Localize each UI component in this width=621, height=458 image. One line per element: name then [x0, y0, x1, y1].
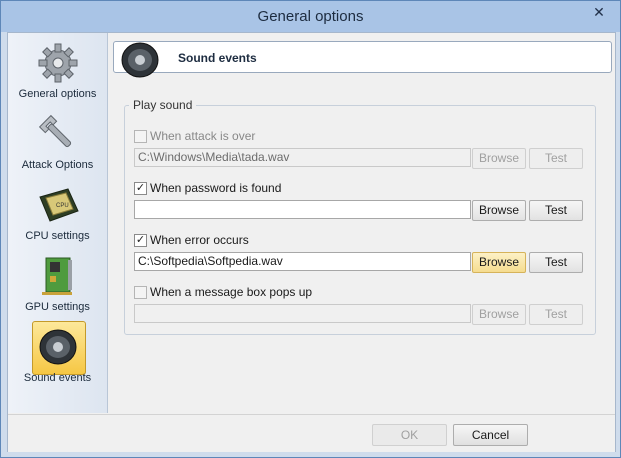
cancel-button[interactable]: Cancel: [453, 424, 528, 446]
title-bar[interactable]: General options ✕: [1, 1, 620, 32]
error-occurs-browse-button[interactable]: Browse: [472, 252, 526, 273]
section-title: Sound events: [178, 51, 257, 65]
group-legend: Play sound: [129, 98, 197, 112]
sidebar-item-label: General options: [18, 88, 97, 100]
event-label: When attack is over: [150, 129, 256, 143]
sidebar: General options Attack Options CPU CPU s…: [8, 33, 108, 413]
password-found-path-field[interactable]: [134, 200, 471, 219]
message-box-test-button[interactable]: Test: [529, 304, 583, 325]
password-found-checkbox[interactable]: ✓: [134, 182, 147, 195]
close-button[interactable]: ✕: [584, 2, 614, 22]
speaker-icon: [39, 329, 77, 365]
sidebar-item-attack-options[interactable]: Attack Options: [8, 108, 107, 178]
error-occurs-test-button[interactable]: Test: [529, 252, 583, 273]
sidebar-item-label: CPU settings: [25, 230, 90, 242]
sidebar-item-label: Attack Options: [21, 159, 94, 171]
client-area: General options Attack Options CPU CPU s…: [7, 32, 616, 452]
message-box-path-field[interactable]: [134, 304, 471, 323]
sidebar-item-label: GPU settings: [25, 301, 90, 313]
sidebar-item-cpu-settings[interactable]: CPU CPU settings: [8, 179, 107, 249]
sidebar-item-sound-events[interactable]: Sound events: [8, 321, 107, 391]
options-window: General options ✕ General options Attack…: [0, 0, 621, 458]
sidebar-item-gpu-settings[interactable]: GPU settings: [8, 250, 107, 320]
event-label: When error occurs: [150, 233, 249, 247]
sidebar-item-general-options[interactable]: General options: [8, 37, 107, 107]
dialog-footer: OK Cancel: [8, 414, 615, 452]
gpu-card-icon: [42, 257, 72, 295]
attack-over-path-field[interactable]: C:\Windows\Media\tada.wav: [134, 148, 471, 167]
event-label: When a message box pops up: [150, 285, 313, 299]
attack-over-checkbox[interactable]: [134, 130, 147, 143]
wrench-icon: [38, 114, 72, 148]
attack-over-browse-button[interactable]: Browse: [472, 148, 526, 169]
message-box-checkbox[interactable]: [134, 286, 147, 299]
error-occurs-checkbox[interactable]: ✓: [134, 234, 147, 247]
svg-text:CPU: CPU: [56, 203, 69, 209]
window-title: General options: [257, 8, 364, 25]
event-label: When password is found: [150, 181, 282, 195]
message-box-browse-button[interactable]: Browse: [472, 304, 526, 325]
password-found-browse-button[interactable]: Browse: [472, 200, 526, 221]
cpu-chip-icon: CPU: [39, 188, 79, 222]
main-panel: Sound events Play sound When attack is o…: [113, 39, 612, 413]
gear-icon: [38, 43, 78, 83]
ok-button[interactable]: OK: [372, 424, 447, 446]
error-occurs-path-field[interactable]: C:\Softpedia\Softpedia.wav: [134, 252, 471, 271]
password-found-test-button[interactable]: Test: [529, 200, 583, 221]
sidebar-item-label: Sound events: [23, 372, 92, 384]
attack-over-test-button[interactable]: Test: [529, 148, 583, 169]
section-header: Sound events: [113, 41, 612, 78]
speaker-icon: [121, 42, 159, 78]
